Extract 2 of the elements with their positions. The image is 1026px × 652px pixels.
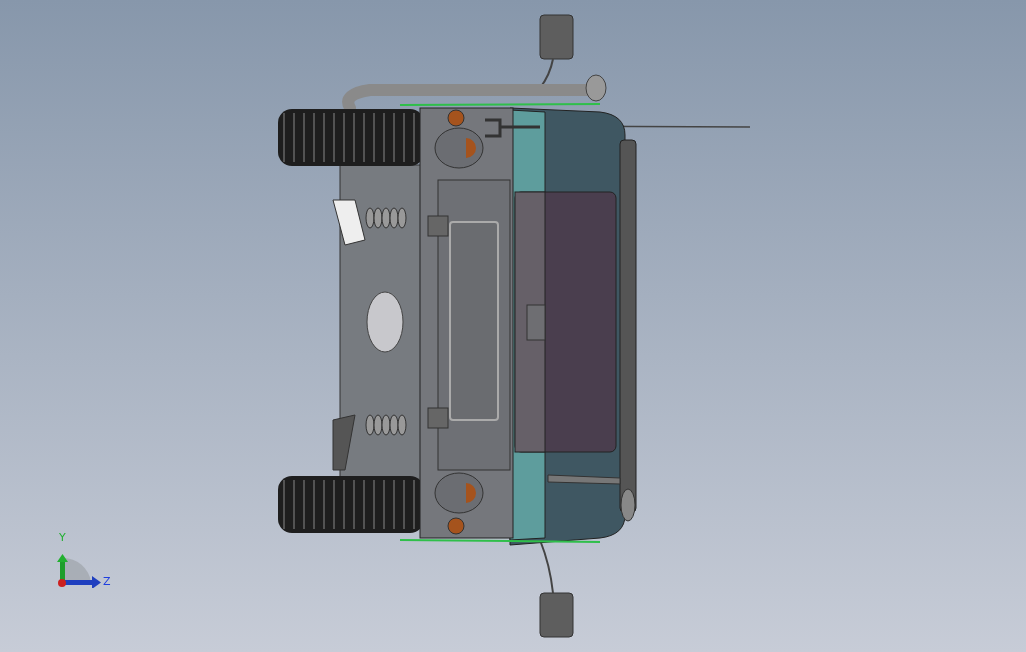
y-axis-label: Y	[59, 532, 66, 544]
z-axis-label: Z	[103, 576, 111, 588]
